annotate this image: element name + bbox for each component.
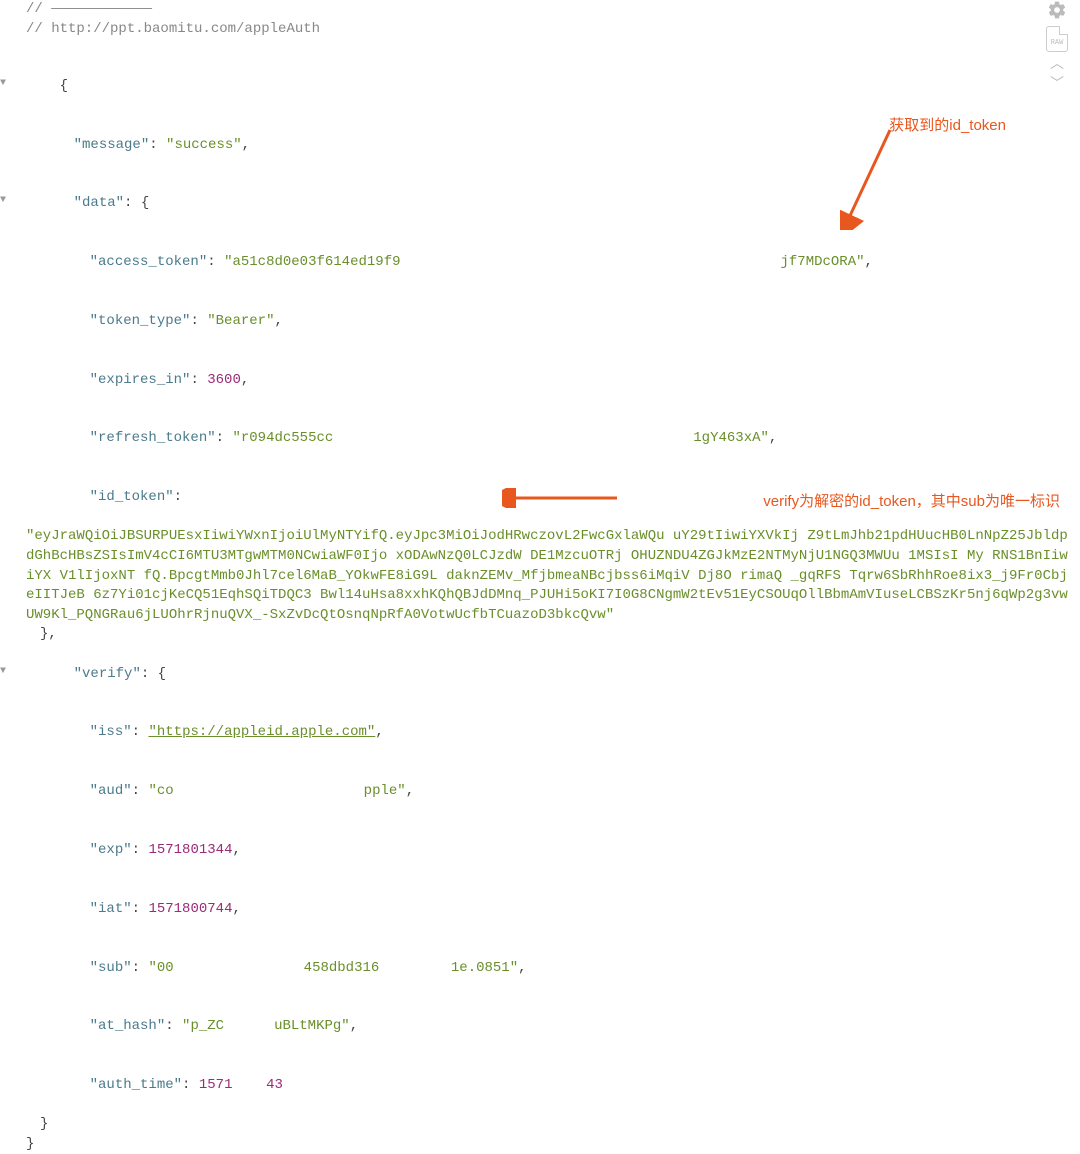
- json-key-sub: sub: 00458dbd316 1e.0851,: [8, 939, 1072, 998]
- json-root-close: }: [8, 1135, 1072, 1154]
- json-key-iss: iss: https://appleid.apple.com,: [8, 704, 1072, 763]
- json-key-expires-in: expires_in: 3600,: [8, 351, 1072, 410]
- json-verify-close: }: [8, 1115, 1072, 1135]
- gear-icon[interactable]: [1047, 0, 1067, 20]
- json-key-refresh-token: refresh_token: r094dc555cc1gY463xA,: [8, 410, 1072, 469]
- json-root-open: ▼{: [8, 57, 1072, 116]
- json-key-verify: ▼verify: {: [8, 645, 1072, 704]
- comment-line: // ————————————: [8, 0, 1072, 20]
- json-key-aud: aud: copple,: [8, 763, 1072, 822]
- annotation-verify: verify为解密的id_token，其中sub为唯一标识: [763, 491, 1060, 512]
- json-data-close: },: [8, 625, 1072, 645]
- comment-url: // http://ppt.baomitu.com/appleAuth: [8, 20, 1072, 40]
- collapse-icon[interactable]: ▼: [0, 665, 6, 679]
- json-key-token-type: token_type: Bearer,: [8, 292, 1072, 351]
- json-key-at-hash: at_hash: p_ZCuBLtMKPg,: [8, 998, 1072, 1057]
- toolbar: RAW ︿ ﹀: [1046, 0, 1068, 92]
- collapse-icon[interactable]: ▼: [0, 194, 6, 208]
- json-key-auth-time: auth_time: 1571 43: [8, 1056, 1072, 1115]
- scroll-down-icon[interactable]: ﹀: [1050, 78, 1064, 92]
- json-key-data: ▼data: {: [8, 175, 1072, 234]
- raw-icon[interactable]: RAW: [1046, 26, 1068, 52]
- annotation-id-token: 获取到的id_token: [889, 115, 1006, 136]
- json-value-id-token: eyJraWQiOiJBSURPUEsxIiwiYWxnIjoiUlMyNTYi…: [8, 527, 1072, 625]
- json-key-exp: exp: 1571801344,: [8, 821, 1072, 880]
- collapse-icon[interactable]: ▼: [0, 77, 6, 91]
- scroll-up-icon[interactable]: ︿: [1050, 58, 1064, 72]
- json-key-iat: iat: 1571800744,: [8, 880, 1072, 939]
- json-key-access-token: access_token: a51c8d0e03f614ed19f9jf7MDc…: [8, 234, 1072, 293]
